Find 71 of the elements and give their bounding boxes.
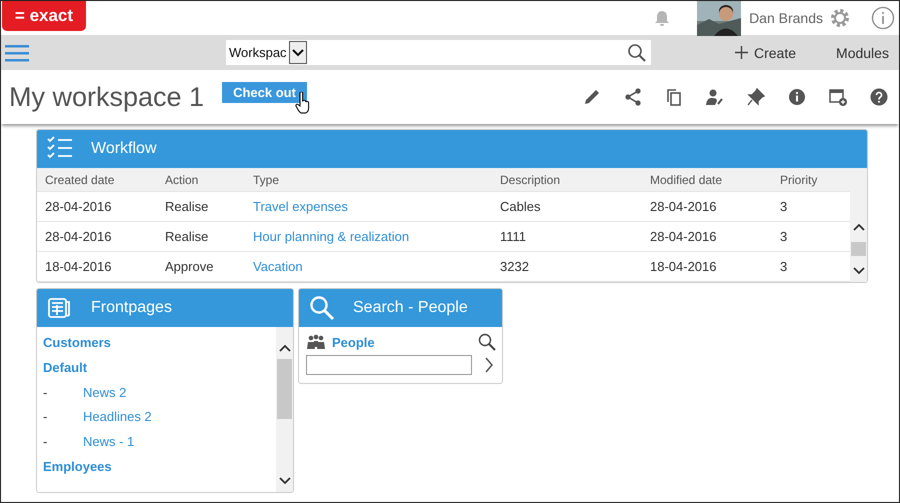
frontpage-link[interactable]: News - 1 [83,434,134,460]
people-icon [306,334,326,350]
check-out-button[interactable]: Check out [222,82,307,102]
table-cell-text: 28-04-2016 [650,229,718,244]
column-header[interactable]: Description [500,172,650,186]
create-button[interactable]: Create [735,44,796,60]
chevron-right-icon[interactable] [484,356,494,374]
scroll-up-icon[interactable] [852,222,864,232]
copy-icon[interactable] [664,87,684,107]
type-link[interactable]: Hour planning & realization [253,229,500,244]
dropdown-icon[interactable] [288,41,307,64]
settings-icon[interactable] [829,7,851,29]
pencil-icon[interactable] [582,87,602,107]
list-marker: - [43,434,48,452]
table-cell-text: 28-04-2016 [45,229,112,244]
section-title: People [332,334,375,350]
menu-icon[interactable] [5,42,29,62]
table-cell-text: 28-04-2016 [650,199,718,214]
user-name[interactable]: Dan Brands [749,10,823,26]
list-marker: - [43,384,48,402]
type-link[interactable]: Travel expenses [253,199,500,214]
search-icon[interactable] [627,42,647,62]
column-header[interactable]: Action [165,172,253,186]
scrollbar-thumb[interactable] [851,242,866,256]
column-header[interactable]: Priority [780,172,850,186]
column-header[interactable]: Modified date [650,172,780,186]
people-search-field[interactable] [306,355,472,375]
table-cell-text: Cables [500,199,542,214]
table-cell-text: 18-04-2016 [650,259,718,274]
table-cell-text: 1111 [500,229,528,244]
scroll-down-icon[interactable] [852,266,864,276]
table-cell-text: 18-04-2016 [45,259,112,274]
table-cell-text: 3 [780,259,788,274]
pin-icon[interactable] [746,87,766,107]
scroll-up-icon[interactable] [278,343,290,353]
frontpage-link[interactable]: Headlines 2 [83,409,152,434]
table-cell-text: 3232 [500,259,530,274]
search-icon[interactable] [478,333,496,351]
table-cell-text: 28-04-2016 [45,199,112,214]
column-header[interactable]: Created date [45,172,165,186]
info-icon[interactable] [871,6,895,30]
newspaper-icon [47,296,73,320]
scrollbar-thumb[interactable] [277,359,292,419]
table-cell-text: Approve [165,259,214,274]
page-title: My workspace 1 [9,82,204,112]
scroll-down-icon[interactable] [278,476,290,486]
card-title: Search - People [353,299,468,317]
frontpage-link[interactable]: News 2 [83,384,126,410]
search-icon [309,295,335,321]
modules-button[interactable]: Modules [836,44,889,60]
type-link[interactable]: Vacation [253,259,500,274]
category-link[interactable]: Customers [43,335,270,360]
table-cell-text: Realise [165,199,210,214]
table-cell-text: 3 [780,199,788,214]
plus-icon [735,46,748,59]
widget-add-icon[interactable] [828,87,848,107]
list-marker: - [43,409,48,426]
info-icon[interactable] [787,87,807,107]
help-icon[interactable] [869,87,889,107]
category-link[interactable]: Employees [43,459,270,484]
share-icon[interactable] [623,87,643,107]
column-header[interactable]: Type [253,172,500,186]
hand-cursor-icon [294,92,311,114]
scope-dropdown[interactable]: Workspac [226,45,289,60]
card-title: Workflow [91,140,156,158]
category-link[interactable]: Default [43,360,270,385]
table-cell-text: 3 [780,229,788,244]
logo[interactable]: = exact [2,1,86,31]
user-pin-icon[interactable] [705,87,725,107]
card-title: Frontpages [91,299,172,317]
table-cell-text: Realise [165,229,210,244]
